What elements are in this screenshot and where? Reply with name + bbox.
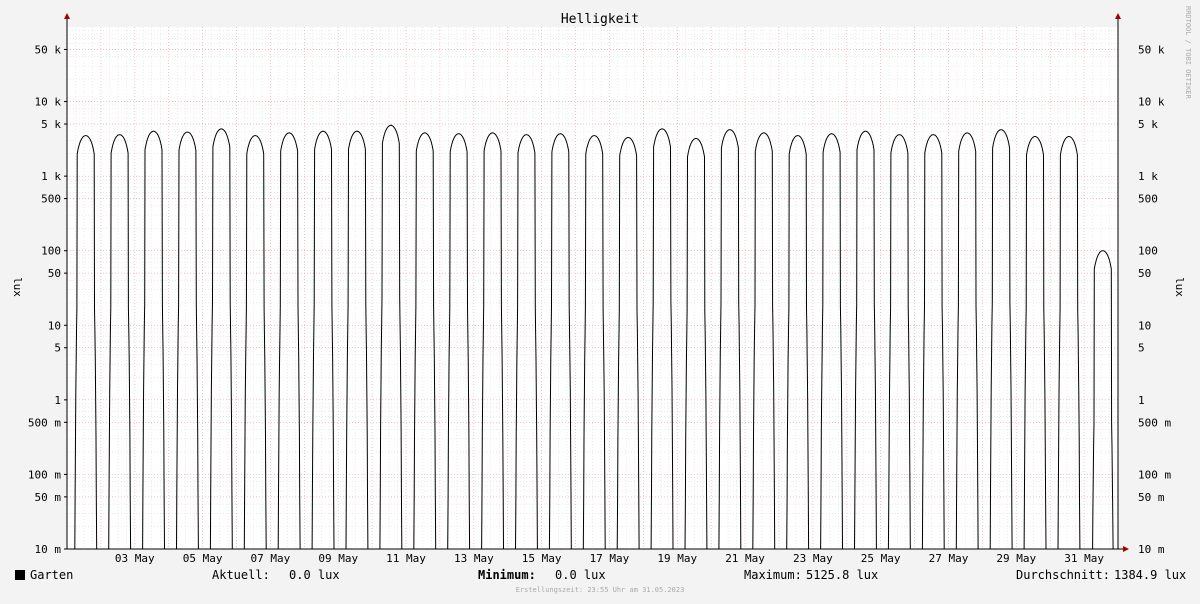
creation-timestamp: Erstellungszeit: 23:55 Uhr am 31.05.2023: [515, 586, 685, 594]
legend-minimum-value: 0.0 lux: [555, 568, 606, 582]
legend-current-label: Aktuell:: [212, 568, 270, 582]
y-tick-label-right: 10 m: [1138, 543, 1165, 556]
x-axis-arrow: [1123, 546, 1129, 552]
y-tick-label: 100: [41, 245, 61, 258]
x-tick-label: 17 May: [590, 552, 630, 565]
y-axis-label-right: lux: [1173, 277, 1186, 297]
x-tick-label: 07 May: [251, 552, 291, 565]
legend-minimum-label: Minimum:: [478, 568, 536, 582]
y-tick-label: 1: [54, 394, 61, 407]
y-tick-label: 1 k: [41, 170, 61, 183]
x-tick-label: 31 May: [1064, 552, 1104, 565]
x-tick-label: 21 May: [725, 552, 765, 565]
y-tick-label: 5: [54, 342, 61, 355]
x-tick-label: 15 May: [522, 552, 562, 565]
chart-title: Helligkeit: [561, 12, 639, 27]
y-tick-label-right: 5: [1138, 342, 1145, 355]
y-tick-label-right: 5 k: [1138, 118, 1158, 131]
grid: [66, 27, 1119, 550]
x-tick-label: 05 May: [183, 552, 223, 565]
y-tick-labels-left: 10 m 50 m 100 m 500 m 1 5 10 50 100 500 1 k 5 k 10 k…: [28, 43, 67, 556]
legend-series-name: Garten: [30, 568, 74, 582]
x-tick-label: 19 May: [657, 552, 697, 565]
y-axis-label-left: lux: [11, 277, 24, 297]
chart: Helligkeit 10 m 50 m 100 m 500 m 1 5 10 50 100 50…: [0, 0, 1200, 600]
y-tick-label-right: 1: [1138, 394, 1145, 407]
x-tick-labels: 03 May 05 May 07 May 09 May 11 May 13 May 15 M…: [115, 552, 1104, 565]
legend-maximum-label: Maximum:: [744, 568, 802, 582]
x-tick-label: 03 May: [115, 552, 155, 565]
y-tick-label: 5 k: [41, 118, 61, 131]
y-tick-label-right: 500 m: [1138, 416, 1171, 429]
legend-average-value: 1384.9 lux: [1114, 568, 1187, 582]
chart-svg: Helligkeit 10 m50 m100 m500 m15105010050…: [11, 12, 1186, 565]
legend-swatch: [15, 570, 25, 580]
y-tick-label-right: 10: [1138, 319, 1151, 332]
y-tick-label: 100 m: [28, 468, 61, 481]
x-tick-label: 11 May: [386, 552, 426, 565]
y-tick-label-right: 1 k: [1138, 170, 1158, 183]
x-tick-label: 09 May: [318, 552, 358, 565]
y-tick-label: 500: [41, 193, 61, 206]
x-tick-label: 23 May: [793, 552, 833, 565]
y-tick-label-right: 100: [1138, 245, 1158, 258]
legend-current-value: 0.0 lux: [289, 568, 340, 582]
y-tick-label-right: 100 m: [1138, 468, 1171, 481]
y-tick-label-right: 50 k: [1138, 43, 1165, 56]
y-tick-label: 10: [48, 319, 61, 332]
y-tick-label: 50 m: [35, 491, 62, 504]
x-tick-label: 13 May: [454, 552, 494, 565]
y-tick-label-right: 10 k: [1138, 96, 1165, 109]
y-tick-label-right: 50 m: [1138, 491, 1165, 504]
y-axis-arrow-right: [1115, 13, 1121, 19]
y-tick-label: 50 k: [35, 43, 62, 56]
x-tick-label: 29 May: [996, 552, 1036, 565]
y-tick-label-right: 500: [1138, 193, 1158, 206]
y-tick-labels-right: 10 m 50 m 100 m 500 m 1 5 10 50 100 500 1 k 5 k 10 k…: [1138, 43, 1171, 556]
x-tick-label: 27 May: [929, 552, 969, 565]
y-axis-arrow-left: [64, 13, 70, 19]
y-tick-label: 10 m: [35, 543, 62, 556]
x-tick-label: 25 May: [861, 552, 901, 565]
y-tick-label-right: 50: [1138, 267, 1151, 280]
legend-maximum-value: 5125.8 lux: [806, 568, 879, 582]
legend-average-label: Durchschnitt:: [1016, 568, 1110, 582]
rrdtool-credit: RRDTOOL / TOBI OETIKER: [1184, 6, 1192, 99]
y-tick-label: 50: [48, 267, 61, 280]
y-tick-label: 10 k: [35, 96, 62, 109]
y-tick-label: 500 m: [28, 416, 61, 429]
